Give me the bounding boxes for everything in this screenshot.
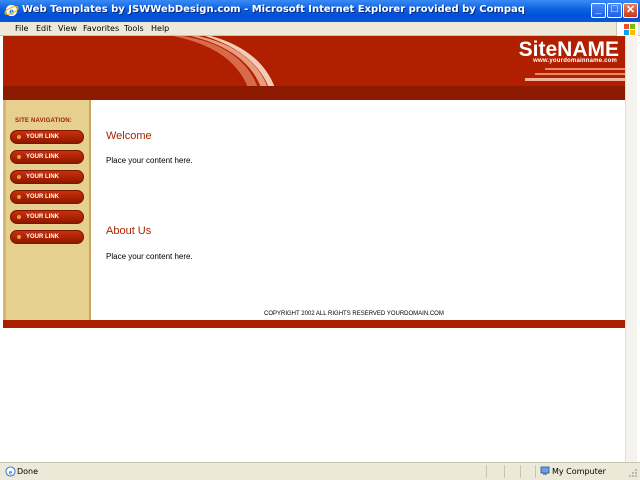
nav-link-5[interactable]: YOUR LINK: [10, 210, 84, 224]
internet-explorer-icon: e: [4, 4, 19, 17]
welcome-body: Place your content here.: [106, 156, 193, 165]
sidebar-edge: [3, 100, 6, 320]
header-lines-decoration: [525, 68, 625, 81]
site-sidebar: SITE NAVIGATION: YOUR LINK YOUR LINK YOU…: [3, 100, 91, 320]
about-us-heading: About Us: [106, 225, 152, 237]
header-swoosh-graphic: [173, 36, 275, 88]
bullet-icon: [17, 235, 21, 239]
main-content: Welcome Place your content here. About U…: [93, 100, 625, 320]
copyright-text: COPYRIGHT 2002 ALL RIGHTS RESERVED YOURD…: [264, 311, 444, 317]
close-button[interactable]: ✕: [623, 3, 638, 18]
status-separator: [504, 465, 505, 478]
status-separator: [520, 465, 521, 478]
window-title: Web Templates by JSWWebDesign.com - Micr…: [22, 4, 525, 15]
nav-link-label: YOUR LINK: [26, 194, 59, 200]
nav-link-label: YOUR LINK: [26, 134, 59, 140]
site-domain: www.yourdomainname.com: [533, 58, 617, 64]
nav-link-label: YOUR LINK: [26, 174, 59, 180]
nav-link-3[interactable]: YOUR LINK: [10, 170, 84, 184]
close-icon: ✕: [625, 4, 636, 16]
vertical-scrollbar[interactable]: [625, 36, 637, 462]
nav-link-label: YOUR LINK: [26, 234, 59, 240]
maximize-button[interactable]: □: [607, 3, 622, 18]
status-separator: [535, 465, 536, 478]
welcome-heading: Welcome: [106, 130, 152, 142]
bullet-icon: [17, 195, 21, 199]
menu-help[interactable]: Help: [151, 24, 169, 33]
menu-view[interactable]: View: [58, 24, 77, 33]
windows-logo-icon: [616, 22, 638, 36]
nav-link-1[interactable]: YOUR LINK: [10, 130, 84, 144]
resize-grip-icon[interactable]: [628, 468, 638, 478]
bullet-icon: [17, 175, 21, 179]
browser-viewport: SiteNAME www.yourdomainname.com SITE NAV…: [3, 36, 637, 462]
status-text: Done: [17, 467, 39, 476]
minimize-button[interactable]: _: [591, 3, 606, 18]
minimize-icon: _: [595, 3, 602, 15]
menu-file[interactable]: File: [15, 24, 28, 33]
nav-link-2[interactable]: YOUR LINK: [10, 150, 84, 164]
site-footer-bar: [3, 320, 625, 328]
my-computer-icon: [540, 466, 550, 475]
bullet-icon: [17, 215, 21, 219]
site-header: SiteNAME www.yourdomainname.com: [3, 36, 625, 100]
security-zone-text: My Computer: [552, 467, 606, 476]
page-done-icon: e: [5, 466, 16, 477]
window-title-bar[interactable]: e Web Templates by JSWWebDesign.com - Mi…: [0, 0, 640, 22]
about-us-body: Place your content here.: [106, 252, 193, 261]
menu-favorites[interactable]: Favorites: [83, 24, 119, 33]
menu-bar: File Edit View Favorites Tools Help: [0, 22, 640, 36]
status-bar: e Done My Computer: [0, 462, 640, 480]
maximize-icon: □: [611, 3, 618, 15]
bullet-icon: [17, 155, 21, 159]
menu-tools[interactable]: Tools: [124, 24, 144, 33]
menu-edit[interactable]: Edit: [36, 24, 52, 33]
nav-link-label: YOUR LINK: [26, 214, 59, 220]
nav-heading: SITE NAVIGATION:: [15, 118, 72, 124]
nav-link-4[interactable]: YOUR LINK: [10, 190, 84, 204]
nav-link-label: YOUR LINK: [26, 154, 59, 160]
header-band: [3, 86, 625, 100]
bullet-icon: [17, 135, 21, 139]
nav-link-6[interactable]: YOUR LINK: [10, 230, 84, 244]
status-separator: [486, 465, 487, 478]
